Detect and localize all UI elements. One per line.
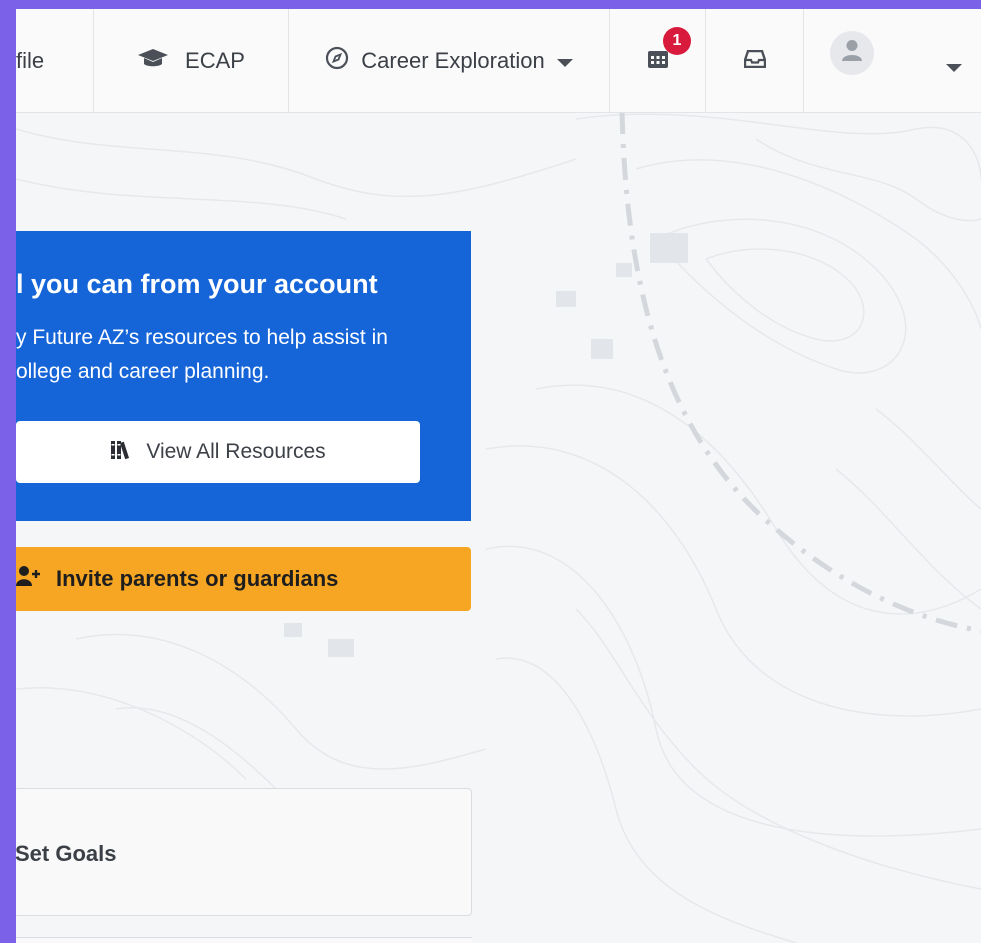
user-plus-icon: [16, 565, 42, 593]
nav-user-menu[interactable]: [804, 9, 981, 112]
caret-down-icon: [556, 48, 573, 74]
books-icon: [110, 438, 132, 466]
resources-desc-line-2: ollege and career planning.: [16, 360, 270, 383]
nav-career-exploration[interactable]: Career Exploration: [289, 9, 610, 112]
nav-career-label: Career Exploration: [361, 47, 545, 73]
set-goals-label: Set Goals: [16, 841, 117, 866]
nav-profile[interactable]: file: [16, 9, 94, 112]
nav-profile-label: file: [16, 47, 45, 73]
resources-card: l you can from your account y Future AZ’…: [16, 231, 471, 521]
resources-desc-line-1: y Future AZ’s resources to help assist i…: [16, 326, 388, 349]
user-caret-down-icon[interactable]: [946, 53, 962, 79]
resources-title: l you can from your account: [16, 269, 378, 299]
invite-parents-button[interactable]: Invite parents or guardians: [16, 547, 471, 611]
view-all-resources-button[interactable]: View All Resources: [16, 421, 420, 483]
nav-calendar[interactable]: 1: [610, 9, 706, 112]
view-all-resources-label: View All Resources: [146, 440, 326, 463]
next-card-edge: [16, 937, 472, 943]
inbox-icon: [743, 48, 766, 74]
nav-inbox[interactable]: [706, 9, 804, 112]
set-goals-card[interactable]: Set Goals: [16, 788, 472, 916]
nav-ecap-label: ECAP: [185, 47, 245, 73]
nav-ecap[interactable]: ECAP: [94, 9, 289, 112]
graduation-cap-icon: [137, 47, 169, 75]
notification-badge: 1: [663, 27, 691, 55]
app-frame: file ECAP Career Exploration 1 l you can…: [16, 9, 981, 943]
avatar[interactable]: [830, 31, 874, 75]
top-nav: file ECAP Career Exploration 1: [16, 9, 981, 113]
resources-description: y Future AZ’s resources to help assist i…: [16, 321, 456, 389]
calendar-icon: [647, 47, 669, 75]
compass-icon: [325, 46, 349, 76]
user-icon: [842, 39, 862, 67]
invite-parents-label: Invite parents or guardians: [56, 566, 339, 591]
